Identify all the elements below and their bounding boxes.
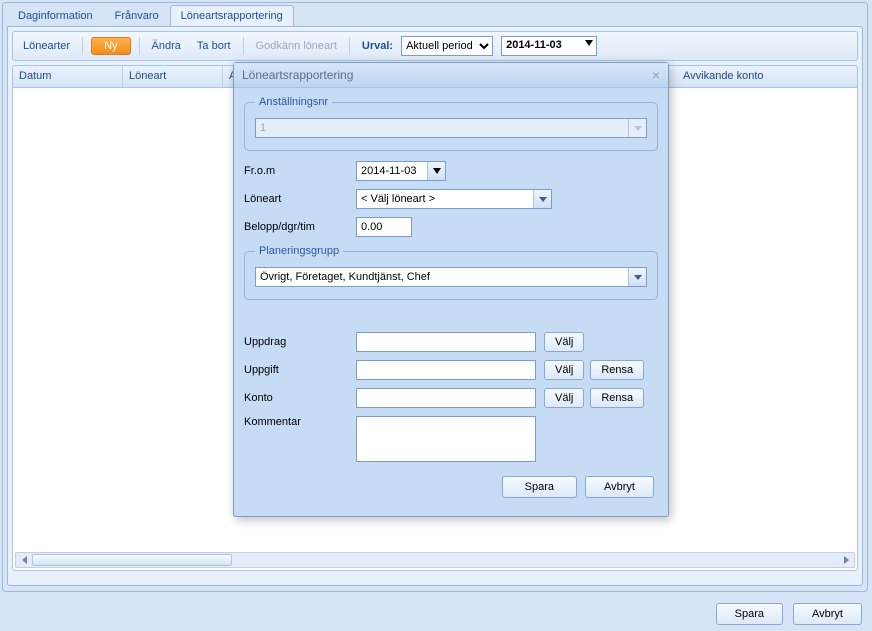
planeringsgrupp-group: Planeringsgrupp (244, 245, 658, 300)
tab-franvaro[interactable]: Frånvaro (104, 5, 170, 26)
horizontal-scrollbar[interactable] (15, 552, 855, 568)
col-datum[interactable]: Datum (13, 66, 123, 87)
anstallningsnr-group: Anställningsnr (244, 96, 658, 151)
loneart-label: Löneart (244, 193, 356, 205)
konto-label: Konto (244, 392, 356, 404)
toolbar-lonearter[interactable]: Lönearter (19, 38, 74, 54)
loneart-dialog: Löneartsrapportering × Anställningsnr Fr… (233, 62, 669, 517)
belopp-input[interactable] (356, 217, 412, 237)
uppgift-valj-button[interactable]: Välj (544, 360, 584, 380)
belopp-label: Belopp/dgr/tim (244, 221, 356, 233)
chevron-down-icon[interactable] (533, 190, 551, 208)
konto-valj-button[interactable]: Välj (544, 388, 584, 408)
chevron-down-icon (585, 40, 593, 46)
planeringsgrupp-legend: Planeringsgrupp (255, 245, 343, 257)
dialog-title: Löneartsrapportering (242, 68, 353, 82)
anstallningsnr-legend: Anställningsnr (255, 96, 332, 108)
page-avbryt-button[interactable]: Avbryt (793, 603, 862, 625)
loneart-select[interactable] (356, 189, 552, 209)
separator (349, 37, 350, 55)
tab-daginformation[interactable]: Daginformation (7, 5, 104, 26)
uppgift-rensa-button[interactable]: Rensa (590, 360, 644, 380)
uppdrag-input[interactable] (356, 332, 536, 352)
toolbar-andra[interactable]: Ändra (148, 38, 185, 54)
kommentar-label: Kommentar (244, 416, 356, 428)
dialog-titlebar[interactable]: Löneartsrapportering × (234, 63, 668, 88)
dialog-avbryt-button[interactable]: Avbryt (585, 476, 654, 498)
toolbar-tabort[interactable]: Ta bort (193, 38, 235, 54)
close-icon[interactable]: × (652, 70, 660, 80)
kommentar-input[interactable] (356, 416, 536, 462)
toolbar-ny-button[interactable]: Ny (91, 37, 130, 55)
main-tabs: Daginformation Frånvaro Löneartsrapporte… (3, 3, 867, 26)
separator (243, 37, 244, 55)
dialog-spara-button[interactable]: Spara (502, 476, 577, 498)
anstallningsnr-input (255, 118, 647, 138)
uppdrag-label: Uppdrag (244, 336, 356, 348)
separator (82, 37, 83, 55)
urval-date-value: 2014-11-03 (506, 39, 562, 51)
uppgift-input[interactable] (356, 360, 536, 380)
scroll-right-icon[interactable] (839, 553, 853, 567)
col-avvikande[interactable]: Avvikande konto (677, 66, 857, 87)
uppgift-label: Uppgift (244, 364, 356, 376)
chevron-down-icon[interactable] (427, 162, 445, 180)
chevron-down-icon (628, 119, 646, 137)
scroll-thumb[interactable] (32, 554, 232, 566)
konto-input[interactable] (356, 388, 536, 408)
separator (139, 37, 140, 55)
col-loneart[interactable]: Löneart (123, 66, 223, 87)
page-footer-buttons: Spara Avbryt (716, 603, 862, 625)
konto-rensa-button[interactable]: Rensa (590, 388, 644, 408)
page-spara-button[interactable]: Spara (716, 603, 783, 625)
scroll-left-icon[interactable] (17, 553, 31, 567)
dialog-body: Anställningsnr Fr.o.m Löneart (234, 88, 668, 516)
main-frame: Daginformation Frånvaro Löneartsrapporte… (2, 2, 868, 592)
chevron-down-icon[interactable] (628, 268, 646, 286)
urval-select[interactable]: Aktuell period (401, 36, 493, 56)
toolbar: Lönearter Ny Ändra Ta bort Godkänn lönea… (12, 31, 858, 61)
uppdrag-valj-button[interactable]: Välj (544, 332, 584, 352)
urval-label: Urval: (362, 40, 393, 52)
tab-loneartsrapportering[interactable]: Löneartsrapportering (170, 5, 294, 26)
dialog-footer: Spara Avbryt (244, 470, 658, 500)
urval-date[interactable]: 2014-11-03 (501, 36, 597, 56)
toolbar-godkann: Godkänn löneart (252, 38, 341, 54)
planeringsgrupp-select[interactable] (255, 267, 647, 287)
from-label: Fr.o.m (244, 165, 356, 177)
